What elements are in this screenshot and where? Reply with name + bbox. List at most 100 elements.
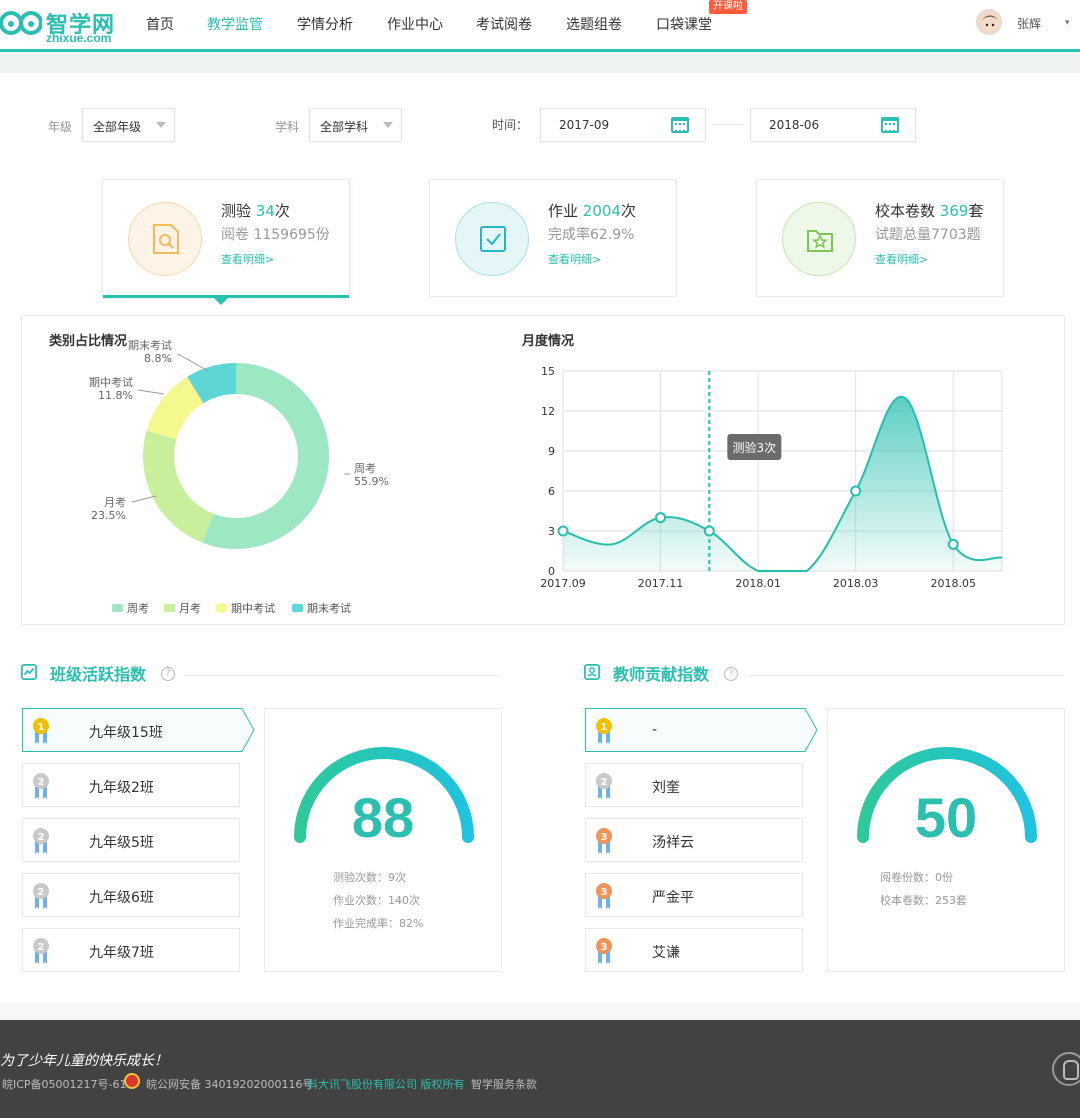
rank-medal-icon: 1: [33, 718, 49, 744]
class-name: 九年级7班: [89, 945, 154, 961]
pie-label-line: [177, 353, 209, 372]
school-paper-count: 校本卷数 369套: [875, 202, 984, 220]
rank-medal-icon: 3: [596, 938, 612, 964]
user-name[interactable]: 张辉: [1017, 15, 1041, 32]
pie-slice-percent: 55.9%: [354, 475, 389, 488]
charts-canvas: 周考55.9%月考23.5%期中考试11.8%期末考试8.8%周考 月考 期中考试期…: [89, 338, 1003, 615]
quiz-stat-card[interactable]: 测验 34次 阅卷 1159695份 查看明细>: [102, 179, 350, 297]
nav-pocket-class[interactable]: 口袋课堂: [656, 14, 712, 34]
nav-question-bank[interactable]: 选题组卷: [566, 14, 622, 34]
legend-swatch: [112, 604, 123, 612]
rank-number: 2: [601, 777, 608, 788]
teacher-name: 刘奎: [652, 780, 680, 796]
class-rank-item[interactable]: 1 九年级15班: [22, 708, 241, 752]
subject-select[interactable]: 全部学科: [309, 108, 402, 142]
logo-domain: zhixue.com: [46, 31, 112, 45]
rank-medal-icon: 3: [596, 883, 612, 909]
homework-detail-link[interactable]: 查看明细>: [548, 251, 601, 267]
rank-medal-icon: 1: [596, 718, 612, 744]
tooltip-text: 测验3次: [733, 440, 777, 455]
y-tick-label: 9: [548, 445, 555, 458]
nav-teaching-supervision[interactable]: 教学监管: [207, 14, 263, 34]
pie-slice-percent: 8.8%: [144, 352, 172, 365]
rank-number: 1: [601, 722, 608, 733]
class-homework-count: 作业次数：140次: [333, 894, 420, 907]
class-name: 九年级2班: [89, 780, 154, 796]
pie-slice-1: [143, 430, 214, 543]
teacher-rank-item[interactable]: 3 严金平: [585, 873, 803, 917]
x-tick-label: 2017.09: [540, 577, 586, 590]
homework-stat-card[interactable]: 作业 2004次 完成率62.9% 查看明细>: [429, 179, 677, 297]
end-date-field[interactable]: 2018-06: [750, 108, 916, 142]
grade-select[interactable]: 全部年级: [82, 108, 175, 142]
class-rank-item[interactable]: 2 九年级2班: [22, 763, 240, 807]
help-icon[interactable]: ?: [724, 667, 738, 681]
legend-item: 期中考试: [231, 602, 275, 615]
icp-record[interactable]: 皖ICP备05001217号-61: [2, 1076, 127, 1092]
nav-exam-grading[interactable]: 考试阅卷: [476, 14, 532, 34]
footer-slogan: 为了少年儿童的快乐成长！: [0, 1053, 168, 1069]
rank-number: 1: [38, 722, 45, 733]
nav-learning-analysis[interactable]: 学情分析: [297, 14, 353, 34]
y-tick-label: 6: [548, 485, 555, 498]
homework-completion-rate: 完成率62.9%: [548, 227, 635, 243]
pie-slice-label: 期中考试: [89, 376, 133, 389]
x-tick-label: 2018.01: [735, 577, 781, 590]
nav-home[interactable]: 首页: [146, 14, 174, 34]
rank-number: 2: [38, 942, 45, 953]
avatar[interactable]: [976, 9, 1002, 35]
selected-rank-arrow: [803, 708, 818, 752]
legend-swatch: [216, 604, 227, 612]
teacher-name: -: [652, 722, 658, 738]
school-paper-detail-link[interactable]: 查看明细>: [875, 251, 928, 267]
class-rank-item[interactable]: 2 九年级6班: [22, 873, 240, 917]
service-terms-link[interactable]: 智学服务条款: [471, 1076, 537, 1092]
zhixue-logo[interactable]: 智学网 zhixue.com: [0, 4, 130, 46]
rank-number: 2: [38, 777, 45, 788]
help-icon[interactable]: ?: [161, 667, 175, 681]
owl-logo-icon: [0, 11, 42, 35]
school-paper-stat-card[interactable]: 校本卷数 369套 试题总量7703题 查看明细>: [756, 179, 1004, 297]
quiz-search-doc-icon: [153, 224, 179, 254]
legend-item: 月考: [179, 602, 201, 615]
teacher-rank-item[interactable]: 1-: [585, 708, 804, 752]
class-rank-item[interactable]: 2 九年级5班: [22, 818, 240, 862]
charts-panel: 类别占比情况 月度情况 周考 55.9% 月考 23.5% 期中考试 11.8% 期末考试 8…: [21, 315, 1065, 625]
qq-support-icon[interactable]: [1052, 1052, 1080, 1086]
chevron-down-icon[interactable]: ▾: [1065, 18, 1070, 28]
end-date-value: 2018-06: [769, 118, 820, 132]
nav-homework-center[interactable]: 作业中心: [387, 14, 443, 34]
start-date-field[interactable]: 2017-09: [540, 108, 706, 142]
teacher-paper-count: 校本卷数：253套: [880, 894, 967, 907]
caret-down-icon: [156, 122, 166, 128]
calendar-icon[interactable]: [671, 117, 689, 133]
line-area-fill: [563, 396, 1002, 571]
calendar-icon[interactable]: [881, 117, 899, 133]
teacher-rank-item[interactable]: 3 艾谦: [585, 928, 803, 972]
quiz-grading-count: 阅卷 1159695份: [221, 227, 330, 243]
y-tick-label: 12: [541, 405, 555, 418]
class-activity-gauge-card: 88 测验次数：9次 作业次数：140次 作业完成率：82%: [264, 708, 502, 972]
y-tick-label: 15: [541, 365, 555, 378]
teacher-rank-item[interactable]: 3 汤祥云: [585, 818, 803, 862]
teacher-rank-item[interactable]: 2 刘奎: [585, 763, 803, 807]
pie-slice-label: 月考: [104, 496, 126, 509]
top-navigation: 智学网 zhixue.com 首页 教学监管 学情分析 作业中心 考试阅卷 选题…: [0, 0, 1080, 52]
class-homework-rate: 作业完成率：82%: [333, 917, 424, 930]
x-tick-label: 2018.03: [833, 577, 879, 590]
class-rank-item[interactable]: 2 九年级7班: [22, 928, 240, 972]
rank-medal-icon: 2: [33, 938, 49, 964]
rank-number: 3: [601, 832, 608, 843]
pie-slice-label: 周考: [354, 462, 376, 475]
class-activity-title: 班级活跃指数: [50, 665, 147, 684]
police-badge-icon: [124, 1073, 140, 1089]
date-range-separator: [713, 124, 743, 125]
company-copyright[interactable]: 科大讯飞股份有限公司 版权所有: [307, 1076, 465, 1092]
teacher-contribution-gauge-card: 50 阅卷份数：0份 校本卷数：253套: [827, 708, 1065, 972]
police-record[interactable]: 皖公网安备 34019202000116号: [146, 1076, 313, 1092]
main-content: 年级 全部年级 学科 全部学科 时间： 2017-09 2018-06 测验 3…: [0, 73, 1080, 1003]
quiz-detail-link[interactable]: 查看明细>: [221, 251, 274, 267]
rank-number: 3: [601, 887, 608, 898]
pie-label-line: [131, 495, 157, 503]
teacher-name: 汤祥云: [652, 835, 694, 851]
